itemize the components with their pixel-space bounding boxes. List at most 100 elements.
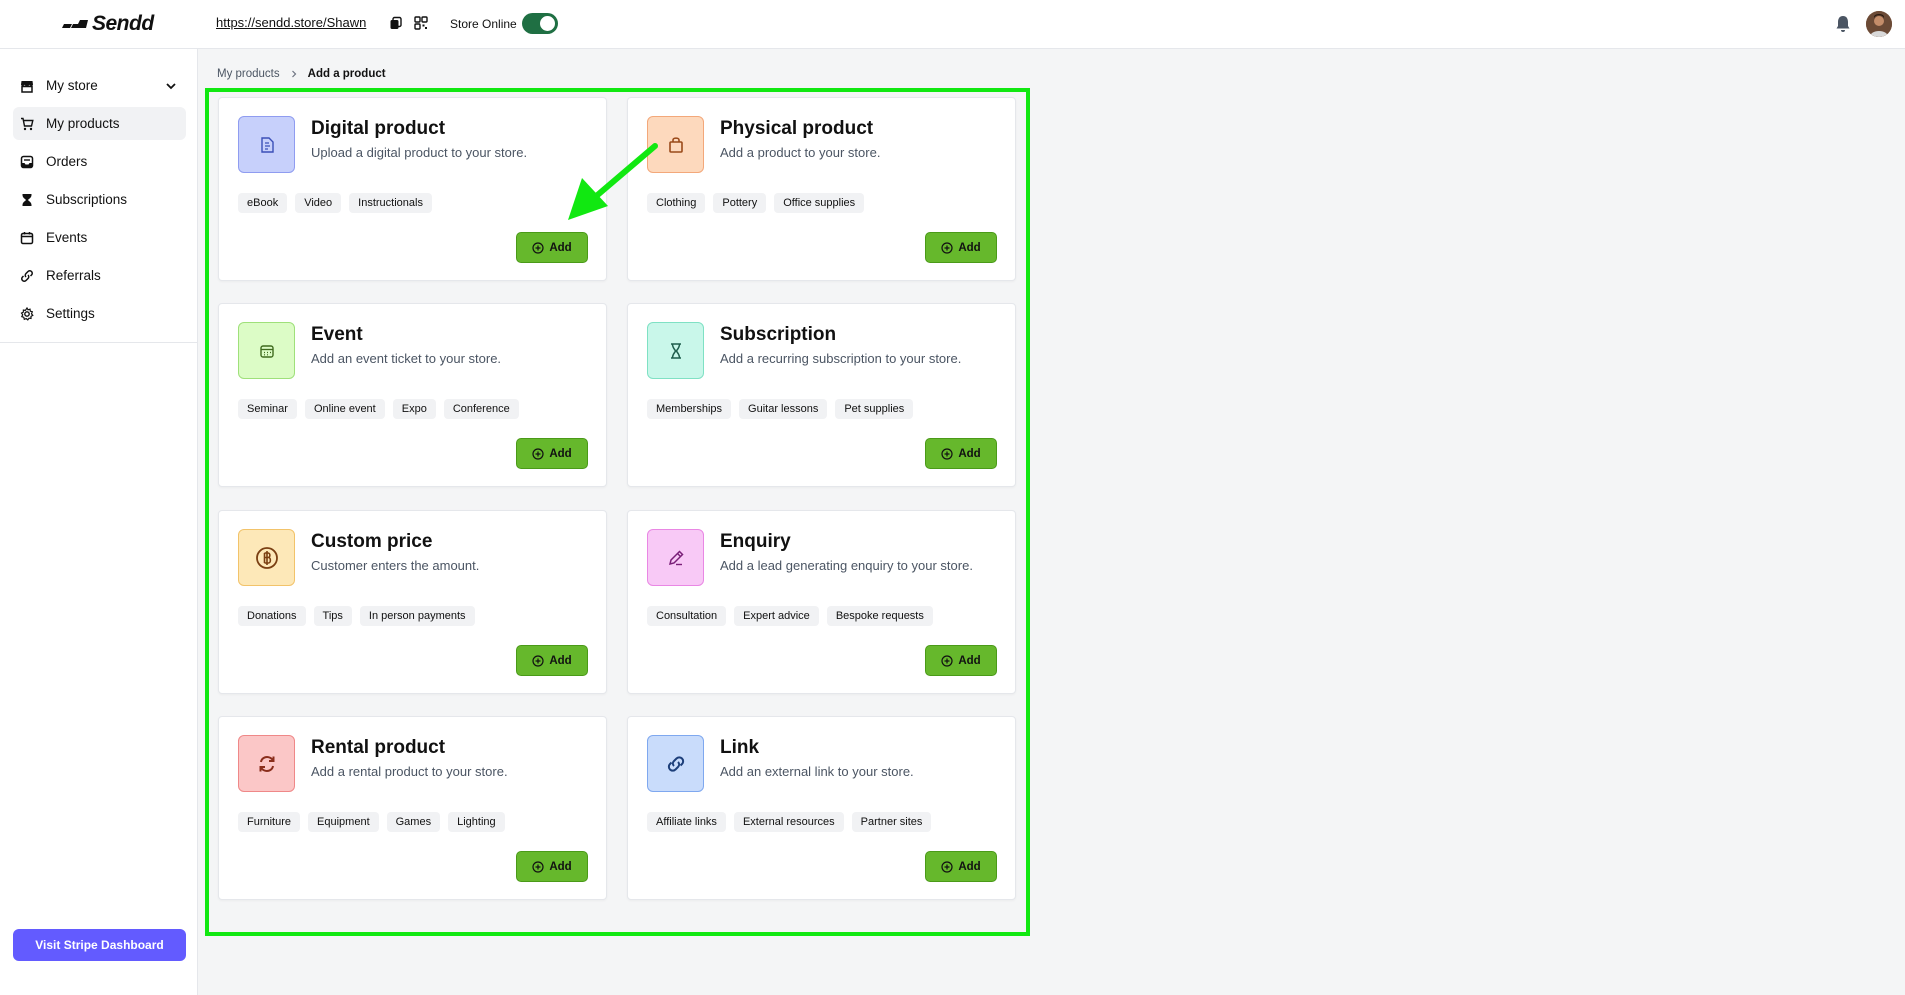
add-button-label: Add xyxy=(549,241,572,254)
store-icon xyxy=(21,80,33,93)
calendar-icon xyxy=(259,344,274,358)
tag: Bespoke requests xyxy=(826,606,933,626)
tag-list: Affiliate links External resources Partn… xyxy=(647,812,932,832)
logo-mark-icon xyxy=(62,20,88,28)
breadcrumb-current: Add a product xyxy=(307,68,386,80)
tag: eBook xyxy=(238,193,288,213)
sidebar-item-my-products[interactable]: My products xyxy=(13,107,186,140)
qr-code-icon[interactable] xyxy=(414,16,428,30)
tag: Pet supplies xyxy=(835,399,914,419)
sidebar-item-events[interactable]: Events xyxy=(13,221,186,254)
plus-circle-icon xyxy=(532,241,544,254)
copy-icon[interactable] xyxy=(389,16,403,30)
store-url-link[interactable]: https://sendd.store/Shawn xyxy=(216,15,366,30)
card-icon-box xyxy=(238,529,295,586)
add-rental-product-button[interactable]: Add xyxy=(516,851,588,882)
card-title: Physical product xyxy=(720,118,874,139)
tag-list: Memberships Guitar lessons Pet supplies xyxy=(647,399,914,419)
sidebar-item-label: My products xyxy=(46,116,120,131)
annotation-arrow-icon xyxy=(568,143,658,220)
add-button-label: Add xyxy=(549,654,572,667)
add-custom-price-button[interactable]: Add xyxy=(516,645,588,676)
card-custom-price: Custom price Customer enters the amount.… xyxy=(218,510,607,694)
sidebar-item-label: Orders xyxy=(46,154,88,169)
sidebar-item-orders[interactable]: Orders xyxy=(13,145,186,178)
add-link-button[interactable]: Add xyxy=(925,851,997,882)
avatar[interactable] xyxy=(1866,11,1892,37)
add-button-label: Add xyxy=(549,860,572,873)
bell-icon[interactable] xyxy=(1835,15,1851,33)
card-digital-product: Digital product Upload a digital product… xyxy=(218,97,607,281)
card-title: Custom price xyxy=(311,531,433,552)
store-online-label: Store Online xyxy=(450,17,517,31)
tag: Partner sites xyxy=(851,812,932,832)
card-icon-box xyxy=(647,735,704,792)
sidebar-item-my-store[interactable]: My store xyxy=(13,69,186,102)
card-title: Digital product xyxy=(311,118,446,139)
card-event: Event Add an event ticket to your store.… xyxy=(218,303,607,487)
add-event-button[interactable]: Add xyxy=(516,438,588,469)
tag: Expert advice xyxy=(734,606,819,626)
gear-icon xyxy=(20,306,34,321)
card-enquiry: Enquiry Add a lead generating enquiry to… xyxy=(627,510,1016,694)
tag-list: Furniture Equipment Games Lighting xyxy=(238,812,505,832)
tag: Online event xyxy=(304,399,385,419)
card-link: Link Add an external link to your store.… xyxy=(627,716,1016,900)
card-description: Add a recurring subscription to your sto… xyxy=(720,351,962,366)
add-button-label: Add xyxy=(549,447,572,460)
tag: External resources xyxy=(733,812,844,832)
card-title: Enquiry xyxy=(720,531,791,552)
tag: Guitar lessons xyxy=(739,399,828,419)
card-subscription: Subscription Add a recurring subscriptio… xyxy=(627,303,1016,487)
tag: Affiliate links xyxy=(647,812,726,832)
tag-list: Consultation Expert advice Bespoke reque… xyxy=(647,606,933,626)
tag: Expo xyxy=(392,399,436,419)
pencil-icon xyxy=(668,549,684,565)
visit-stripe-dashboard-button[interactable]: Visit Stripe Dashboard xyxy=(13,929,186,961)
store-online-toggle[interactable] xyxy=(522,13,558,34)
tag-list: Clothing Pottery Office supplies xyxy=(647,193,865,213)
card-icon-box xyxy=(238,116,295,173)
calendar-icon xyxy=(20,231,34,244)
card-description: Customer enters the amount. xyxy=(311,558,480,573)
tag: Office supplies xyxy=(774,193,865,213)
hourglass-icon xyxy=(22,193,32,206)
sidebar-item-referrals[interactable]: Referrals xyxy=(13,259,186,292)
add-button-label: Add xyxy=(958,241,981,254)
add-subscription-button[interactable]: Add xyxy=(925,438,997,469)
tag: Tips xyxy=(313,606,352,626)
card-description: Add a rental product to your store. xyxy=(311,764,508,779)
top-bar: Sendd https://sendd.store/Shawn Store On… xyxy=(0,0,1905,49)
chevron-down-icon[interactable] xyxy=(165,80,177,92)
sidebar-item-settings[interactable]: Settings xyxy=(13,297,186,330)
card-title: Subscription xyxy=(720,324,837,345)
add-digital-product-button[interactable]: Add xyxy=(516,232,588,263)
add-button-label: Add xyxy=(958,654,981,667)
chain-link-icon xyxy=(667,755,684,772)
tag-list: eBook Video Instructionals xyxy=(238,193,432,213)
card-description: Upload a digital product to your store. xyxy=(311,145,528,160)
breadcrumb: My products Add a product xyxy=(217,68,386,80)
sidebar-nav: My store My products Orders Subscription… xyxy=(13,69,186,335)
sidebar-item-label: Subscriptions xyxy=(46,192,128,207)
card-title: Rental product xyxy=(311,737,446,758)
sidebar-item-label: Settings xyxy=(46,306,95,321)
breadcrumb-my-products[interactable]: My products xyxy=(217,68,280,80)
card-rental-product: Rental product Add a rental product to y… xyxy=(218,716,607,900)
card-icon-box xyxy=(647,529,704,586)
chevron-right-icon xyxy=(291,70,296,78)
tag: Pottery xyxy=(713,193,767,213)
logo[interactable]: Sendd xyxy=(60,12,154,36)
sidebar-item-label: Referrals xyxy=(46,268,101,283)
card-title: Event xyxy=(311,324,363,345)
card-description: Add an external link to your store. xyxy=(720,764,914,779)
sidebar-item-subscriptions[interactable]: Subscriptions xyxy=(13,183,186,216)
plus-circle-icon xyxy=(532,654,544,667)
add-physical-product-button[interactable]: Add xyxy=(925,232,997,263)
coin-icon xyxy=(255,546,278,569)
card-description: Add a lead generating enquiry to your st… xyxy=(720,558,973,573)
tag: In person payments xyxy=(359,606,475,626)
tag: Consultation xyxy=(647,606,727,626)
add-enquiry-button[interactable]: Add xyxy=(925,645,997,676)
plus-circle-icon xyxy=(532,860,544,873)
